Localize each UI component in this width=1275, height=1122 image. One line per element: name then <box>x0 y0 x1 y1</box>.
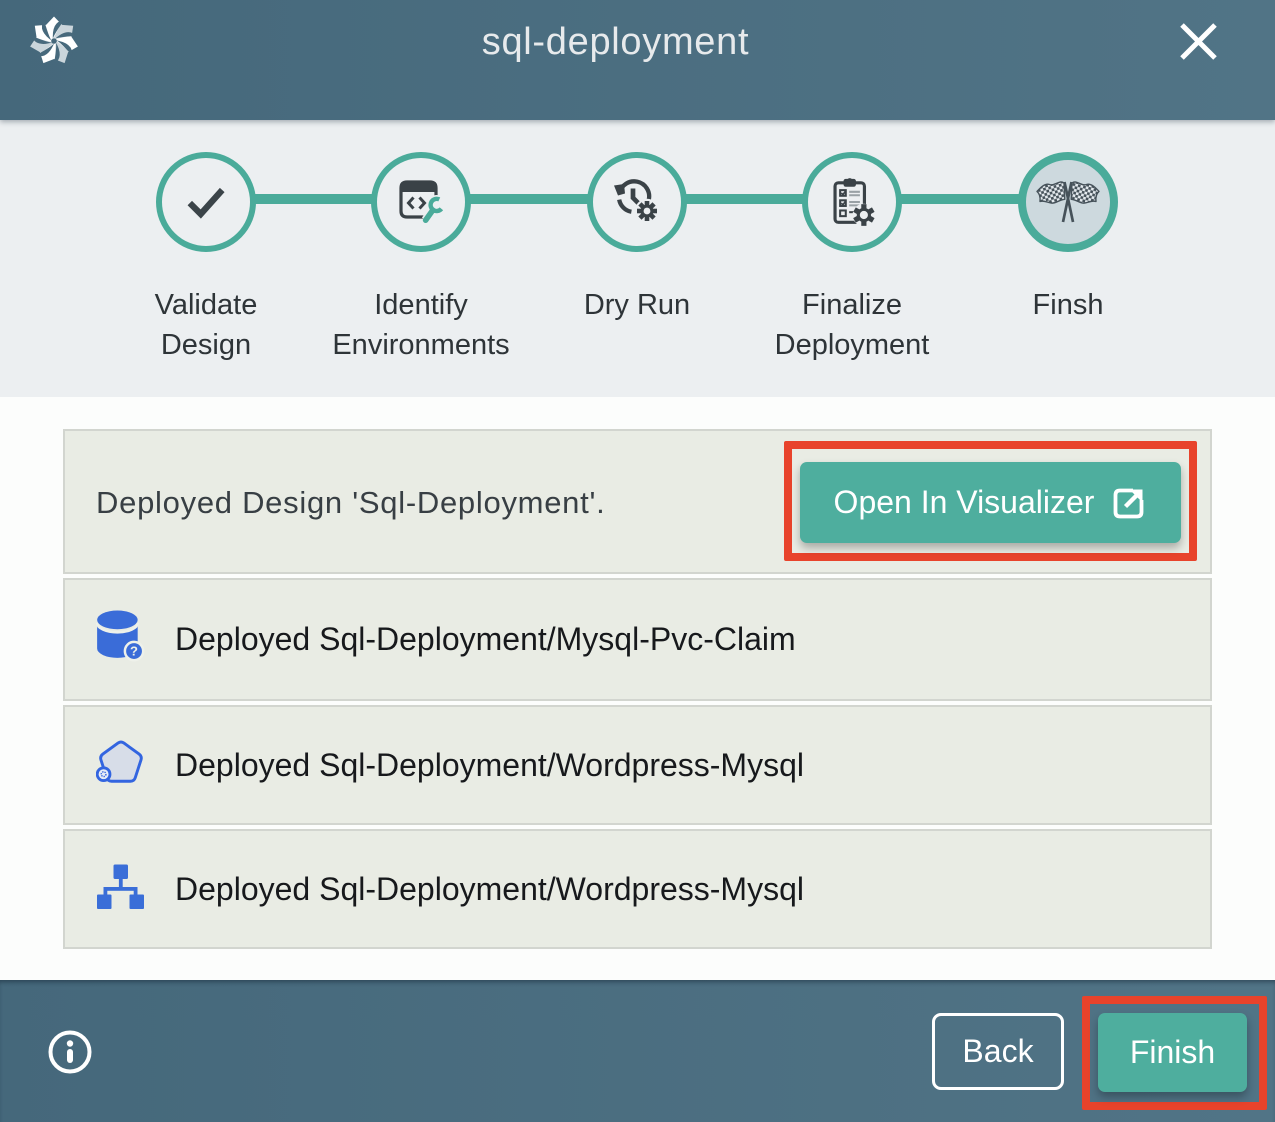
svg-text:?: ? <box>130 643 138 658</box>
